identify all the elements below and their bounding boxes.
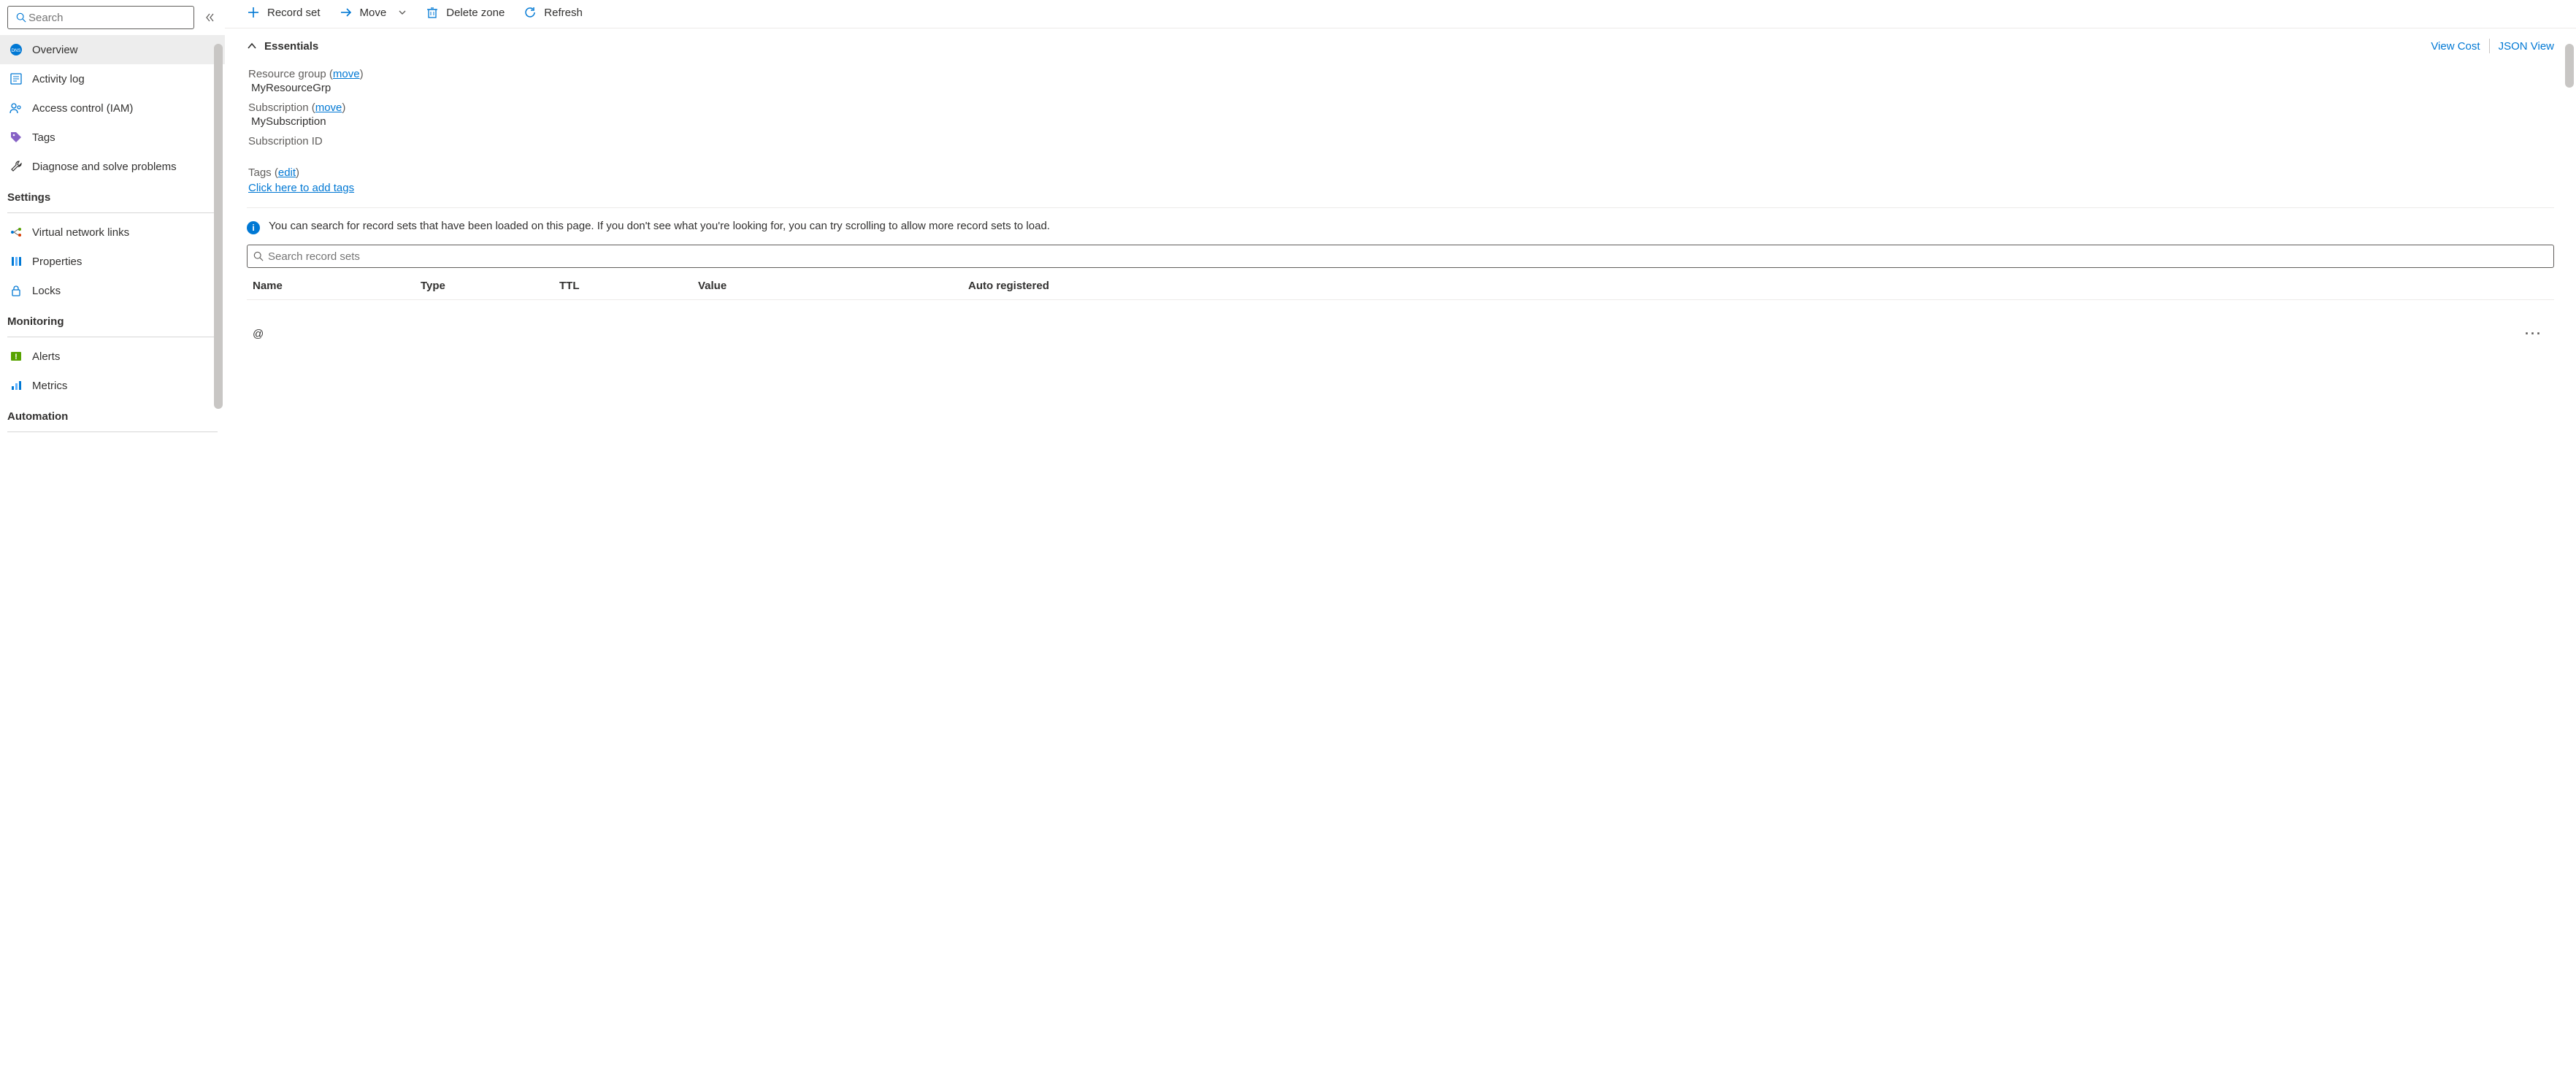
essentials-toggle[interactable]: Essentials (247, 40, 318, 53)
activity-log-icon (9, 72, 23, 86)
toolbar-label: Move (360, 7, 387, 19)
sidebar-item-locks[interactable]: Locks (0, 276, 225, 305)
search-icon (14, 10, 28, 25)
record-set-button[interactable]: Record set (247, 6, 321, 19)
sidebar-item-label: Alerts (32, 350, 60, 363)
tag-icon (9, 130, 23, 145)
section-header-monitoring: Monitoring (0, 305, 225, 334)
row-more-button[interactable]: ··· (2525, 326, 2554, 342)
col-value[interactable]: Value (698, 280, 968, 292)
wrench-icon (9, 159, 23, 174)
search-icon (253, 251, 264, 261)
toolbar-label: Delete zone (446, 7, 505, 19)
view-cost-link[interactable]: View Cost (2431, 40, 2480, 53)
info-banner: i You can search for record sets that ha… (247, 218, 2554, 245)
sidebar-nav: DNS Overview Activity log Access control… (0, 35, 225, 437)
sidebar-item-diagnose[interactable]: Diagnose and solve problems (0, 152, 225, 181)
table-header: Name Type TTL Value Auto registered (247, 272, 2554, 300)
section-header-settings: Settings (0, 181, 225, 210)
add-tags-link[interactable]: Click here to add tags (248, 182, 354, 194)
sidebar-item-properties[interactable]: Properties (0, 247, 225, 276)
dns-icon: DNS (9, 42, 23, 57)
sidebar-item-metrics[interactable]: Metrics (0, 371, 225, 400)
essentials-title: Essentials (264, 40, 318, 53)
table-row[interactable]: @ ··· (247, 300, 2554, 349)
svg-text:DNS: DNS (12, 49, 21, 53)
sidebar-item-label: Locks (32, 285, 61, 297)
toolbar: Record set Move Delete zone (225, 0, 2576, 28)
chevron-down-icon (398, 8, 407, 17)
vnet-links-icon (9, 225, 23, 239)
move-button[interactable]: Move (340, 6, 407, 19)
info-text: You can search for record sets that have… (269, 220, 1050, 232)
refresh-icon (524, 6, 537, 19)
metrics-icon (9, 378, 23, 393)
sidebar-scrollbar[interactable] (214, 44, 223, 409)
refresh-button[interactable]: Refresh (524, 6, 583, 19)
row-name: @ (253, 328, 421, 340)
sidebar-item-label: Overview (32, 44, 78, 56)
move-subscription-link[interactable]: move (315, 101, 342, 114)
col-auto[interactable]: Auto registered (968, 280, 2554, 292)
lock-icon (9, 283, 23, 298)
properties-icon (9, 254, 23, 269)
main-panel: Record set Move Delete zone (225, 0, 2576, 1082)
delete-zone-button[interactable]: Delete zone (426, 6, 505, 19)
subscription-id-label: Subscription ID (248, 135, 2553, 147)
divider (2489, 39, 2490, 53)
divider (247, 207, 2554, 208)
json-view-link[interactable]: JSON View (2499, 40, 2554, 53)
recordset-search-input[interactable] (268, 250, 2548, 263)
sidebar-item-alerts[interactable]: ! Alerts (0, 342, 225, 371)
divider (7, 431, 218, 432)
arrow-right-icon (340, 6, 353, 19)
essentials-fields: Resource group (move) MyResourceGrp Subs… (247, 53, 2554, 199)
sidebar-item-activity-log[interactable]: Activity log (0, 64, 225, 93)
toolbar-label: Record set (267, 7, 321, 19)
col-name[interactable]: Name (253, 280, 421, 292)
edit-tags-link[interactable]: edit (278, 166, 296, 179)
main-scrollbar[interactable] (2565, 44, 2574, 88)
access-control-icon (9, 101, 23, 115)
sidebar-item-access-control[interactable]: Access control (IAM) (0, 93, 225, 123)
sidebar-item-overview[interactable]: DNS Overview (0, 35, 225, 64)
chevron-up-icon (247, 41, 257, 51)
collapse-sidebar-button[interactable] (202, 6, 219, 29)
sidebar-item-vnet-links[interactable]: Virtual network links (0, 218, 225, 247)
sidebar-item-label: Virtual network links (32, 226, 129, 239)
sidebar-search-input[interactable] (28, 12, 188, 24)
sidebar-item-label: Access control (IAM) (32, 102, 133, 115)
toolbar-label: Refresh (544, 7, 583, 19)
plus-icon (247, 6, 260, 19)
col-type[interactable]: Type (421, 280, 559, 292)
resource-group-value: MyResourceGrp (251, 82, 2553, 94)
sidebar: DNS Overview Activity log Access control… (0, 0, 225, 1082)
recordset-search[interactable] (247, 245, 2554, 268)
subscription-label: Subscription (248, 101, 309, 114)
col-ttl[interactable]: TTL (559, 280, 698, 292)
sidebar-item-label: Diagnose and solve problems (32, 161, 177, 173)
move-resource-group-link[interactable]: move (333, 68, 360, 80)
divider (7, 212, 218, 213)
section-header-automation: Automation (0, 400, 225, 429)
resource-group-label: Resource group (248, 68, 326, 80)
sidebar-item-label: Tags (32, 131, 55, 144)
tags-label: Tags (248, 166, 272, 179)
subscription-value: MySubscription (251, 115, 2553, 128)
sidebar-item-tags[interactable]: Tags (0, 123, 225, 152)
sidebar-item-label: Metrics (32, 380, 67, 392)
info-icon: i (247, 221, 260, 234)
alerts-icon: ! (9, 349, 23, 364)
sidebar-item-label: Activity log (32, 73, 85, 85)
sidebar-item-label: Properties (32, 256, 82, 268)
sidebar-search[interactable] (7, 6, 194, 29)
trash-icon (426, 6, 439, 19)
svg-text:!: ! (15, 353, 18, 361)
